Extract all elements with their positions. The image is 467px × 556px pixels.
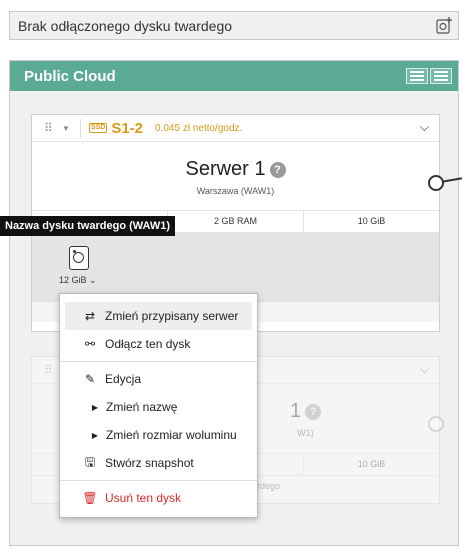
drag-handle-icon[interactable]: ⠿ — [44, 121, 54, 135]
server-card-header: ⠿ ▼ SSD S1-2 0.045 zł netto/godz. ⌵ — [32, 115, 439, 142]
spec-storage: 10 GiB — [357, 216, 386, 226]
menu-item-detach-disk[interactable]: ⚯ Odłącz ten dysk — [60, 330, 257, 358]
panel-title: Public Cloud — [24, 67, 116, 85]
spec-storage: 10 GiB — [357, 459, 386, 469]
caret-right-icon: ▶ — [91, 430, 99, 440]
save-icon: 🖫 — [84, 454, 96, 469]
menu-item-edit[interactable]: ✎ Edycja — [60, 365, 257, 393]
compact-view-icon[interactable] — [430, 68, 452, 84]
list-view-icon[interactable] — [406, 68, 428, 84]
network-line — [441, 177, 463, 183]
disk-name-tooltip: Nazwa dysku twardego (WAW1) — [0, 216, 176, 236]
hard-disk-icon[interactable] — [69, 246, 89, 270]
spec-ram: 2 GB RAM — [168, 211, 304, 232]
help-icon[interactable]: ? — [269, 161, 286, 178]
chevron-down-icon[interactable]: ⌵ — [420, 362, 429, 377]
menu-divider — [60, 361, 257, 362]
detached-disk-bar: Brak odłączonego dysku twardego — [9, 11, 459, 40]
help-icon[interactable]: ? — [305, 403, 322, 420]
server-location: Warszawa (WAW1) — [196, 186, 275, 196]
unlink-icon: ⚯ — [84, 337, 96, 351]
caret-right-icon: ▶ — [91, 402, 99, 412]
disk-area: 12 GiB ⌄ — [32, 232, 439, 301]
drag-handle-icon[interactable]: ⠿ — [44, 363, 54, 377]
menu-item-change-server[interactable]: ⇄ Zmień przypisany serwer — [65, 302, 252, 330]
detached-disk-label: Brak odłączonego dysku twardego — [18, 17, 233, 34]
network-connector-icon[interactable] — [428, 416, 444, 432]
menu-item-create-snapshot[interactable]: 🖫 Stwórz snapshot — [60, 449, 257, 477]
swap-icon: ⇄ — [84, 309, 96, 323]
caret-down-icon[interactable]: ▼ — [62, 124, 70, 133]
server-name: Serwer 1? — [32, 158, 439, 181]
edit-icon: ✎ — [84, 372, 96, 386]
panel-header: Public Cloud — [10, 61, 458, 91]
disk-context-menu: ⇄ Zmień przypisany serwer ⚯ Odłącz ten d… — [59, 293, 258, 518]
trash-icon: 🗑 — [82, 491, 98, 505]
server-plan: S1-2 — [111, 119, 144, 137]
menu-item-rename[interactable]: ▶ Zmień nazwę — [60, 393, 257, 421]
network-connector-icon[interactable] — [428, 175, 444, 191]
chevron-down-icon[interactable]: ⌵ — [420, 120, 429, 135]
add-disk-icon[interactable] — [436, 17, 452, 34]
menu-divider — [60, 480, 257, 481]
disk-size[interactable]: 12 GiB ⌄ — [59, 275, 97, 286]
menu-item-delete-disk[interactable]: 🗑 Usuń ten dysk — [60, 484, 257, 512]
server-price: 0.045 zł netto/godz. — [155, 122, 243, 134]
ssd-icon: SSD — [88, 123, 108, 133]
menu-item-resize-volume[interactable]: ▶ Zmień rozmiar woluminu — [60, 421, 257, 449]
